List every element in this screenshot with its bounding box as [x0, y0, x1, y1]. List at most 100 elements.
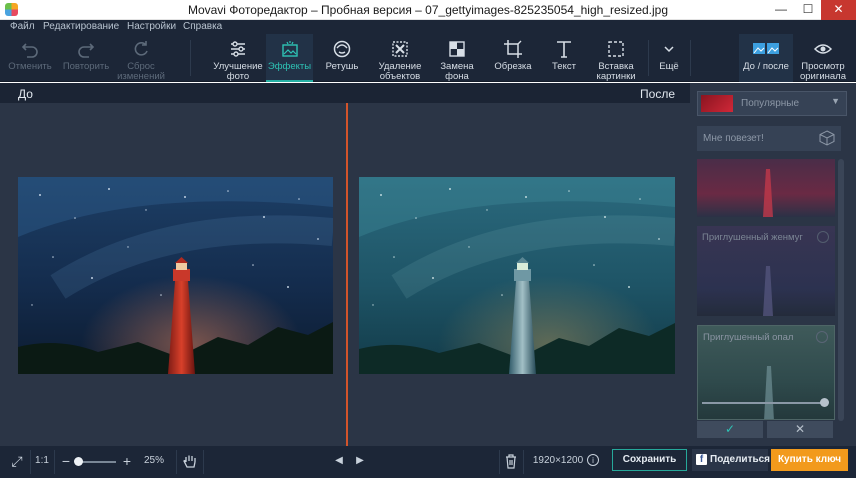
buy-key-button[interactable]: Купить ключ — [771, 449, 848, 471]
cancel-effect-button[interactable]: ✕ — [767, 421, 833, 438]
before-after-icon — [753, 43, 779, 54]
zoom-in-icon[interactable]: + — [119, 446, 135, 478]
zoom-slider-knob[interactable] — [74, 457, 83, 466]
main-toolbar: Отменить Повторить Сброс изменений Улучше… — [0, 34, 856, 82]
presets-scrollbar[interactable] — [838, 159, 844, 421]
image-dimensions: 1920×1200 — [532, 455, 584, 466]
tab-enhance-photo[interactable]: Улучшение фото — [211, 34, 265, 82]
menu-settings[interactable]: Настройки — [127, 21, 176, 32]
status-bar: ⤢ 1:1 − + 25% ◀ ▶ 1920×1200 i Сохранить … — [0, 446, 856, 478]
fit-to-screen-icon[interactable]: ⤢ — [6, 446, 28, 478]
statusbar-separator — [523, 450, 524, 474]
effect-intensity-slider[interactable] — [702, 402, 826, 404]
more-tools-button[interactable]: Ещё — [652, 34, 686, 82]
effect-category-dropdown[interactable]: Популярные ▼ — [697, 91, 847, 116]
save-button[interactable]: Сохранить — [612, 449, 687, 471]
trash-icon[interactable] — [505, 454, 517, 469]
preset-select-radio[interactable] — [816, 331, 828, 343]
next-image-button[interactable]: ▶ — [352, 446, 368, 478]
after-label: После — [640, 87, 675, 101]
preset-select-radio[interactable] — [817, 231, 829, 243]
toolbar-separator — [690, 40, 691, 76]
zoom-level: 25% — [143, 455, 164, 466]
undo-icon — [21, 43, 38, 58]
actual-size-button[interactable]: 1:1 — [32, 446, 52, 478]
tab-insert-image[interactable]: Вставка картинки — [592, 34, 640, 82]
toolbar-separator — [648, 40, 649, 76]
effect-confirm-row: ✓ ✕ — [697, 421, 834, 438]
remove-label-line2: объектов — [379, 71, 421, 82]
zoom-out-icon[interactable]: − — [58, 446, 74, 478]
reset-changes-button[interactable]: Сброс изменений — [114, 34, 168, 82]
share-button[interactable]: f Поделиться — [692, 449, 771, 471]
toolbar-separator — [190, 40, 191, 76]
close-window-button[interactable]: ✕ — [821, 0, 856, 20]
eye-icon — [813, 44, 833, 54]
tab-retouch[interactable]: Ретушь — [318, 34, 366, 82]
statusbar-separator — [54, 450, 55, 474]
photo-canvas[interactable]: До После — [0, 83, 690, 446]
statusbar-separator — [499, 450, 500, 474]
lighthouse-original-image — [18, 177, 333, 374]
text-label: Текст — [552, 61, 576, 72]
effects-icon — [281, 41, 298, 57]
replace-background-icon — [449, 41, 465, 57]
minimize-button[interactable]: — — [768, 0, 794, 20]
previous-image-button[interactable]: ◀ — [331, 446, 347, 478]
tab-text[interactable]: Текст — [542, 34, 586, 82]
preset-label: Приглушенный женмуг — [702, 232, 803, 243]
tab-effects[interactable]: Эффекты — [266, 34, 313, 82]
more-label: Ещё — [659, 61, 679, 72]
effect-preset-card[interactable]: Приглушенный женмуг — [697, 226, 835, 316]
effect-preset-card[interactable] — [697, 159, 835, 217]
statusbar-separator — [203, 450, 204, 474]
undo-button[interactable]: Отменить — [4, 34, 56, 82]
undo-label: Отменить — [8, 61, 52, 72]
effect-intensity-knob[interactable] — [820, 398, 829, 407]
face-icon — [333, 40, 351, 58]
before-label: До — [18, 87, 33, 101]
before-after-label: До / после — [743, 61, 789, 72]
redo-button[interactable]: Повторить — [58, 34, 114, 82]
info-icon[interactable]: i — [587, 454, 599, 466]
before-photo — [18, 177, 333, 374]
maximize-button[interactable]: ☐ — [795, 0, 821, 20]
facebook-icon: f — [696, 454, 707, 465]
tab-remove-objects[interactable]: Удаление объектов — [372, 34, 428, 82]
category-value: Популярные — [741, 98, 800, 109]
insert-label-line2: картинки — [596, 71, 636, 82]
enhance-label-line2: фото — [226, 71, 250, 82]
reset-label-line2: изменений — [117, 71, 165, 82]
feeling-lucky-button[interactable]: Мне повезет! — [697, 126, 841, 151]
effects-panel: Популярные ▼ Мне повезет! Приглушенный ж… — [690, 83, 856, 446]
remove-objects-icon — [392, 41, 408, 57]
hand-tool-icon[interactable] — [182, 453, 198, 470]
preset-thumbnail — [763, 169, 773, 217]
dice-icon — [819, 130, 835, 146]
menu-bar: Файл Редактирование Настройки Справка — [0, 20, 856, 34]
dropdown-arrow-icon: ▼ — [831, 96, 840, 106]
view-original-button[interactable]: Просмотр оригинала — [797, 34, 849, 82]
crop-icon — [504, 40, 522, 58]
bg-label-line2: фона — [445, 71, 469, 82]
preset-label: Приглушенный опал — [703, 332, 794, 343]
sliders-icon — [231, 41, 245, 57]
title-bar: Movavi Фоторедактор – Пробная версия – 0… — [0, 0, 856, 20]
window-title: Movavi Фоторедактор – Пробная версия – 0… — [187, 3, 669, 17]
menu-help[interactable]: Справка — [183, 21, 222, 32]
tab-replace-background[interactable]: Замена фона — [432, 34, 482, 82]
statusbar-separator — [176, 450, 177, 474]
before-after-divider-handle[interactable] — [346, 103, 348, 446]
tab-crop[interactable]: Обрезка — [489, 34, 537, 82]
apply-effect-button[interactable]: ✓ — [697, 421, 763, 438]
before-after-bar: До После — [0, 83, 690, 103]
statusbar-separator — [30, 450, 31, 474]
reset-icon — [134, 41, 148, 56]
effect-preset-card-selected[interactable]: Приглушенный опал — [697, 325, 835, 420]
redo-icon — [78, 43, 95, 58]
before-after-toggle[interactable]: До / после — [739, 34, 793, 82]
menu-edit[interactable]: Редактирование — [43, 21, 119, 32]
menu-file[interactable]: Файл — [10, 21, 35, 32]
retouch-label: Ретушь — [325, 61, 359, 72]
share-label: Поделиться — [710, 454, 771, 465]
